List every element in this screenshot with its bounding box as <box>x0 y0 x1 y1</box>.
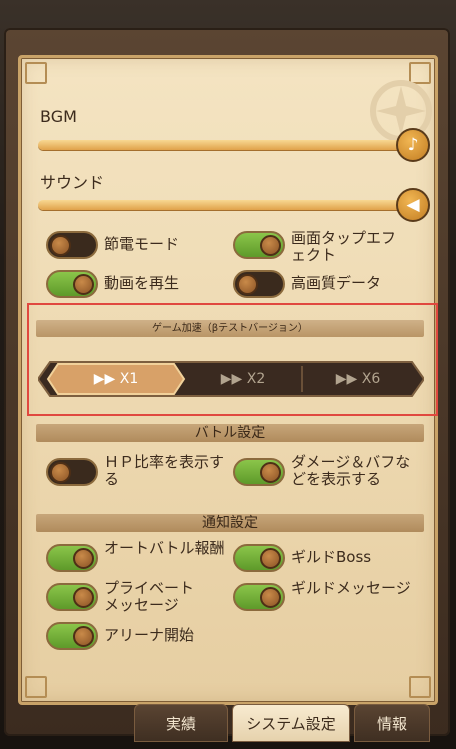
speed-x1-label: X1 <box>119 371 139 387</box>
notification-settings-title: 通知設定 <box>36 514 424 532</box>
guild-boss-label: ギルドBoss <box>291 548 372 566</box>
music-note-icon[interactable]: ♪ <box>396 128 430 162</box>
toggle-knob <box>260 235 281 256</box>
auto-battle-reward-label: オートバトル報酬 <box>104 539 225 557</box>
toggle-knob <box>50 462 71 483</box>
tap-effect-label: 画面タップエフェクト <box>291 229 397 264</box>
hp-ratio-label: ＨＰ比率を表示する <box>104 453 225 488</box>
fast-forward-icon: ▶▶ <box>93 371 120 387</box>
tab-system-settings[interactable]: システム設定 <box>232 704 350 742</box>
speed-x2-label: X2 <box>246 371 266 387</box>
toggle-knob <box>73 274 94 295</box>
corner-ornament <box>25 676 47 698</box>
bgm-slider[interactable]: ♪ <box>38 128 430 162</box>
fast-forward-icon: ▶▶ <box>335 371 362 387</box>
private-message-label: プライベートメッセージ <box>104 579 195 614</box>
bgm-track <box>38 140 412 150</box>
battle-settings-title: バトル設定 <box>36 424 424 442</box>
bottom-tab-bar: 実績 システム設定 情報 <box>134 704 430 742</box>
speed-x6-label: X6 <box>361 371 381 387</box>
toggle-knob <box>237 274 258 295</box>
tap-effect-toggle[interactable] <box>233 231 285 259</box>
power-saving-label: 節電モード <box>104 235 180 253</box>
toggle-knob <box>260 548 281 569</box>
toggle-knob <box>73 626 94 647</box>
auto-battle-reward-toggle[interactable] <box>46 544 98 572</box>
sound-slider[interactable]: ◀ <box>38 188 430 222</box>
play-video-label: 動画を再生 <box>104 274 180 292</box>
toggle-knob <box>73 548 94 569</box>
fast-forward-icon: ▶▶ <box>220 371 247 387</box>
guild-boss-toggle[interactable] <box>233 544 285 572</box>
toggle-knob <box>260 587 281 608</box>
power-saving-toggle[interactable] <box>46 231 98 259</box>
speaker-icon[interactable]: ◀ <box>396 188 430 222</box>
speed-x1-button[interactable]: ▶▶ X1 <box>48 360 184 398</box>
private-message-toggle[interactable] <box>46 583 98 611</box>
hq-data-label: 高画質データ <box>291 274 382 292</box>
tab-info[interactable]: 情報 <box>354 704 430 742</box>
toggle-knob <box>260 462 281 483</box>
tab-achievements[interactable]: 実績 <box>134 704 228 742</box>
speed-x6-button[interactable]: ▶▶ X6 <box>302 360 414 398</box>
hq-data-toggle[interactable] <box>233 270 285 298</box>
guild-message-toggle[interactable] <box>233 583 285 611</box>
guild-message-label: ギルドメッセージ <box>291 579 411 597</box>
speed-selector[interactable]: ▶▶ X1 ▶▶ X2 ▶▶ X6 <box>38 360 424 398</box>
corner-ornament <box>409 676 431 698</box>
speed-title: ゲーム加速（βテストバージョン） <box>36 320 424 337</box>
arena-start-toggle[interactable] <box>46 622 98 650</box>
play-video-toggle[interactable] <box>46 270 98 298</box>
bgm-label: BGM <box>40 107 77 126</box>
arena-start-label: アリーナ開始 <box>104 626 195 644</box>
speed-x2-button[interactable]: ▶▶ X2 <box>184 360 302 398</box>
sound-track <box>38 200 412 210</box>
damage-display-toggle[interactable] <box>233 458 285 486</box>
toggle-knob <box>73 587 94 608</box>
toggle-knob <box>50 235 71 256</box>
damage-display-label: ダメージ＆バフなどを表示する <box>291 453 411 488</box>
hp-ratio-toggle[interactable] <box>46 458 98 486</box>
corner-ornament <box>25 62 47 84</box>
